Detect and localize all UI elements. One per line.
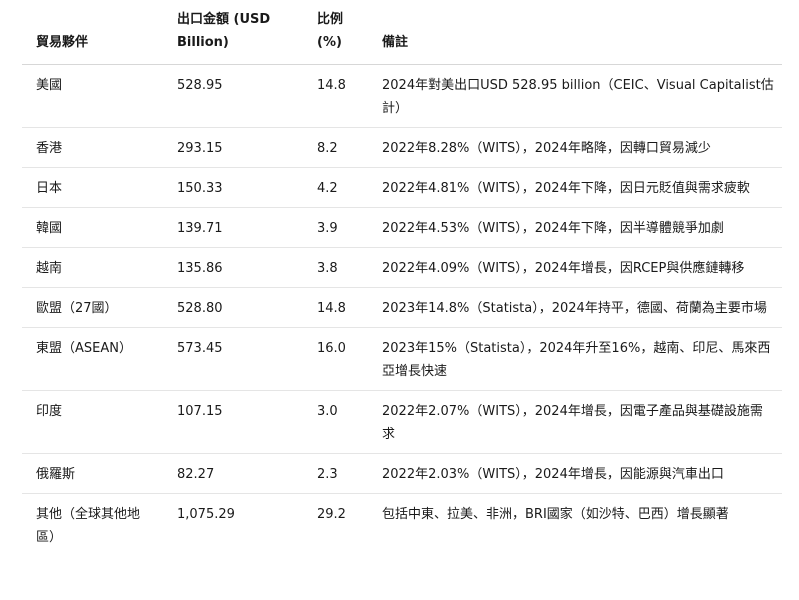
cell-amount: 139.71: [163, 207, 303, 248]
cell-share: 3.0: [303, 390, 368, 454]
table-row: 歐盟（27國） 528.80 14.8 2023年14.8%（Statista）…: [22, 287, 782, 328]
cell-partner: 越南: [22, 247, 163, 288]
cell-amount: 573.45: [163, 327, 303, 391]
export-table: 貿易夥伴 出口金額 (USD Billion) 比例 (%) 備註 美國 528…: [22, 0, 782, 556]
cell-amount: 1,075.29: [177, 507, 235, 522]
cell-note: 包括中東、拉美、非洲，BRI國家（如沙特、巴西）增長顯著: [382, 507, 729, 522]
table-row: 香港 293.15 8.2 2022年8.28%（WITS），2024年略降，因…: [22, 127, 782, 168]
cell-note: 2023年15%（Statista），2024年升至16%，越南、印尼、馬來西亞…: [368, 327, 782, 391]
cell-partner: 東盟（ASEAN）: [22, 327, 163, 391]
cell-amount: 293.15: [163, 127, 303, 168]
cell-share: 14.8: [303, 64, 368, 128]
cell-share: 8.2: [303, 127, 368, 168]
table-row: 美國 528.95 14.8 2024年對美出口USD 528.95 billi…: [22, 64, 782, 128]
cell-note: 2023年14.8%（Statista），2024年持平，德國、荷蘭為主要市場: [368, 287, 782, 328]
cell-partner: 歐盟（27國）: [22, 287, 163, 328]
cell-note: 2022年2.07%（WITS），2024年增長，因電子產品與基礎設施需求: [368, 390, 782, 454]
cell-partner: 日本: [22, 167, 163, 208]
cell-note: 2022年2.03%（WITS），2024年增長，因能源與汽車出口: [368, 453, 782, 494]
cell-share: 14.8: [303, 287, 368, 328]
cell-share: 3.9: [303, 207, 368, 248]
cell-amount: 82.27: [163, 453, 303, 494]
export-table-container: 貿易夥伴 出口金額 (USD Billion) 比例 (%) 備註 美國 528…: [22, 0, 782, 556]
cell-note: 2022年8.28%（WITS），2024年略降，因轉口貿易減少: [368, 127, 782, 168]
header-note: 備註: [368, 0, 782, 65]
cell-amount: 528.80: [163, 287, 303, 328]
cell-partner: 俄羅斯: [22, 453, 163, 494]
cell-note: 2024年對美出口USD 528.95 billion（CEIC、Visual …: [368, 64, 782, 128]
table-row: 韓國 139.71 3.9 2022年4.53%（WITS），2024年下降，因…: [22, 207, 782, 248]
cell-amount: 150.33: [163, 167, 303, 208]
cell-partner: 香港: [22, 127, 163, 168]
cell-share: 16.0: [303, 327, 368, 391]
table-row: 印度 107.15 3.0 2022年2.07%（WITS），2024年增長，因…: [22, 390, 782, 454]
table-row: 東盟（ASEAN） 573.45 16.0 2023年15%（Statista）…: [22, 327, 782, 391]
cell-amount: 528.95: [163, 64, 303, 128]
cell-partner: 美國: [22, 64, 163, 128]
cell-partner: 印度: [22, 390, 163, 454]
header-partner: 貿易夥伴: [22, 0, 163, 65]
header-amount: 出口金額 (USD Billion): [163, 0, 303, 65]
table-row: 日本 150.33 4.2 2022年4.81%（WITS），2024年下降，因…: [22, 167, 782, 208]
cell-note: 2022年4.53%（WITS），2024年下降，因半導體競爭加劇: [368, 207, 782, 248]
cell-amount: 135.86: [163, 247, 303, 288]
cell-note: 2022年4.81%（WITS），2024年下降，因日元貶值與需求疲軟: [368, 167, 782, 208]
cell-share: 29.2: [317, 507, 346, 522]
cell-share: 2.3: [303, 453, 368, 494]
cell-share: 3.8: [303, 247, 368, 288]
cell-partner: 韓國: [22, 207, 163, 248]
table-row: 俄羅斯 82.27 2.3 2022年2.03%（WITS），2024年增長，因…: [22, 453, 782, 494]
header-share: 比例 (%): [303, 0, 368, 65]
table-row: 越南 135.86 3.8 2022年4.09%（WITS），2024年增長，因…: [22, 247, 782, 288]
table-body: 美國 528.95 14.8 2024年對美出口USD 528.95 billi…: [22, 64, 782, 557]
table-header-row: 貿易夥伴 出口金額 (USD Billion) 比例 (%) 備註: [22, 0, 782, 65]
cell-share: 4.2: [303, 167, 368, 208]
cell-partner: 其他（全球其他地區）: [36, 507, 141, 545]
cell-note: 2022年4.09%（WITS），2024年增長，因RCEP與供應鏈轉移: [368, 247, 782, 288]
cell-amount: 107.15: [163, 390, 303, 454]
table-row: 其他（全球其他地區） 1,075.29 29.2 包括中東、拉美、非洲，BRI國…: [22, 494, 782, 557]
